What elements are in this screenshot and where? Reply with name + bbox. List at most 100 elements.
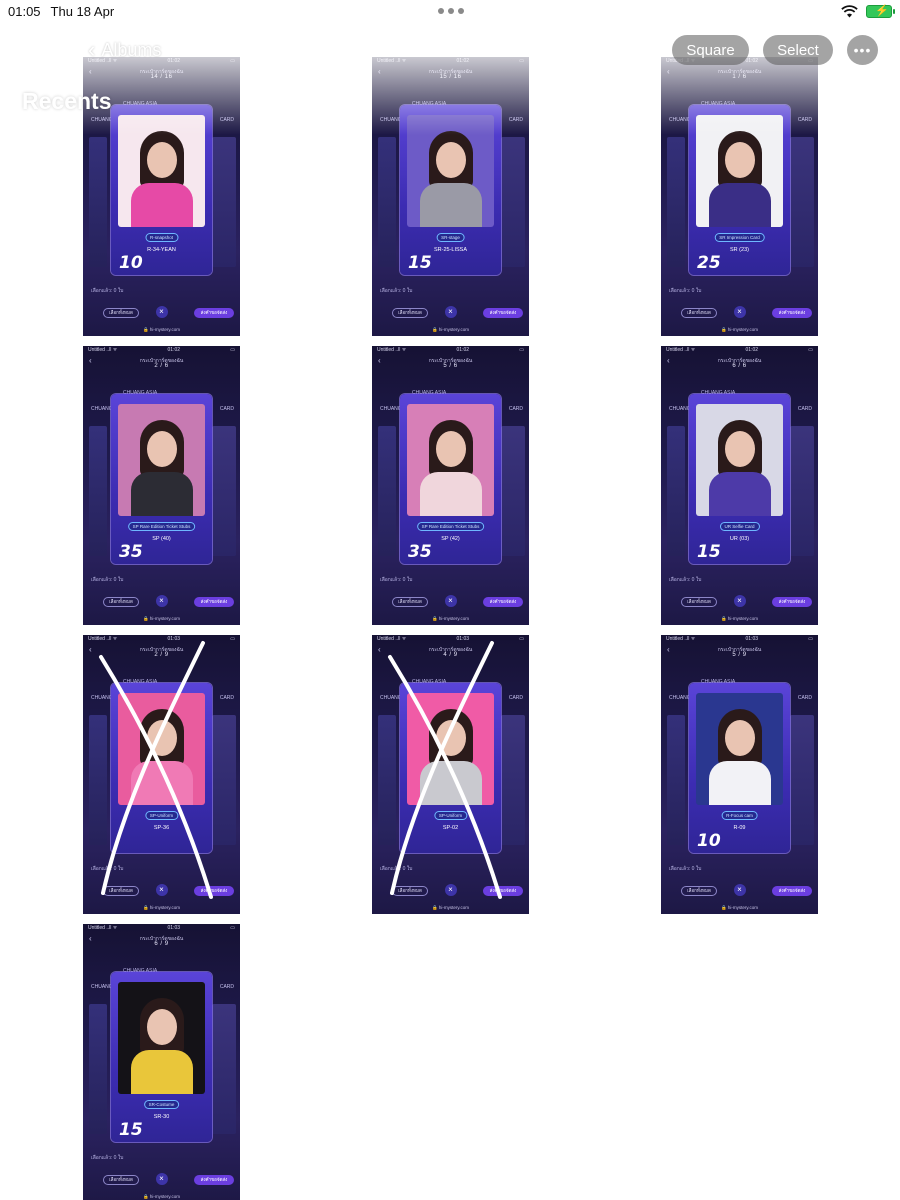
photo-face (435, 430, 466, 467)
url-bar: 🔒 hi-mystery.com (431, 327, 470, 332)
photo-thumbnail[interactable]: Untitled ..ll ᯤ 01:03 ▭ ‹ กระเป๋าการ์ดขอ… (83, 924, 240, 1200)
photo-thumbnail[interactable]: Untitled ..ll ᯤ 01:02 ▭ ‹ กระเป๋าการ์ดขอ… (83, 346, 240, 625)
url-bar: 🔒 hi-mystery.com (431, 905, 470, 910)
side-label-right: CARD (219, 406, 234, 412)
multitask-dots-icon[interactable] (438, 8, 464, 14)
close-icon: × (733, 884, 746, 896)
card-quantity: 10 (697, 831, 721, 851)
card-strip-left (89, 1004, 107, 1134)
card-strip-right (501, 426, 525, 556)
side-label-right: CARD (508, 406, 523, 412)
select-all-button: เลือกทั้งหมด (392, 886, 428, 896)
photo-outfit (419, 472, 482, 516)
photos-app: Untitled ..ll ᯤ 01:02 ▭ ‹ กระเป๋าการ์ดขอ… (0, 0, 900, 1200)
photo-card: SP Rare Edition Ticket Stubs SP (40) 35 (111, 394, 212, 564)
url-bar: 🔒 hi-mystery.com (720, 616, 759, 621)
card-type-badge: SP-Uniform (144, 811, 179, 820)
card-counter: 2 / 6 (154, 363, 169, 369)
photo-outfit (419, 183, 482, 227)
screenshot-time: 01:03 (456, 636, 470, 642)
card-strip-left (378, 426, 396, 556)
screenshot-battery-icon: ▭ (230, 925, 235, 931)
request-delivery-button: ส่งคำขอจัดส่ง (772, 886, 812, 896)
screenshot-status-bar: Untitled ..ll ᯤ 01:02 ▭ (372, 346, 529, 354)
card-type-badge: SP-Uniform (433, 811, 468, 820)
selected-count: เลือกแล้ว: 0 ใบ (91, 288, 124, 294)
screenshot-time: 01:03 (167, 925, 181, 931)
screenshot-time: 01:03 (745, 636, 759, 642)
card-counter: 6 / 6 (732, 363, 747, 369)
side-label-left: CHUANG (380, 406, 402, 412)
card-quantity: 15 (119, 1120, 143, 1140)
request-delivery-button: ส่งคำขอจัดส่ง (194, 308, 234, 318)
square-toggle-button[interactable]: Square (672, 35, 749, 65)
card-photo (118, 982, 205, 1094)
card-counter: 5 / 6 (443, 363, 458, 369)
card-strip-left (667, 426, 685, 556)
photo-thumbnail[interactable]: Untitled ..ll ᯤ 01:02 ▭ ‹ กระเป๋าการ์ดขอ… (661, 346, 818, 625)
photo-face (435, 141, 466, 178)
select-all-button: เลือกทั้งหมด (103, 308, 139, 318)
photo-outfit (419, 761, 482, 805)
photo-outfit (708, 183, 771, 227)
select-all-button: เลือกทั้งหมด (103, 886, 139, 896)
select-all-button: เลือกทั้งหมด (681, 597, 717, 607)
card-type-badge: SP Rare Edition Ticket Stubs (416, 522, 485, 531)
side-label-right: CARD (219, 695, 234, 701)
screenshot-time: 01:02 (745, 347, 759, 353)
card-strip-right (790, 426, 814, 556)
photo-outfit (130, 1050, 193, 1094)
selected-count: เลือกแล้ว: 0 ใบ (91, 1155, 124, 1161)
close-icon: × (155, 1173, 168, 1185)
screenshot-carrier: Untitled ..ll ᯤ (88, 636, 118, 642)
screenshot-battery-icon: ▭ (808, 347, 813, 353)
back-to-albums-button[interactable]: ‹ Albums (88, 36, 161, 64)
photo-thumbnail[interactable]: Untitled ..ll ᯤ 01:02 ▭ ‹ กระเป๋าการ์ดขอ… (372, 346, 529, 625)
card-strip-right (212, 1004, 236, 1134)
card-strip-right (212, 426, 236, 556)
url-bar: 🔒 hi-mystery.com (142, 327, 181, 332)
card-strip-right (212, 137, 236, 267)
ellipsis-icon: ••• (853, 42, 872, 58)
screenshot-carrier: Untitled ..ll ᯤ (377, 636, 407, 642)
photo-card: SP-Uniform SP-02 (400, 683, 501, 853)
card-strip-right (501, 137, 525, 267)
url-bar: 🔒 hi-mystery.com (142, 616, 181, 621)
url-bar: 🔒 hi-mystery.com (720, 327, 759, 332)
card-counter: 5 / 9 (732, 652, 747, 658)
card-strip-left (667, 137, 685, 267)
photo-outfit (130, 472, 193, 516)
photo-thumbnail[interactable]: Untitled ..ll ᯤ 01:03 ▭ ‹ กระเป๋าการ์ดขอ… (661, 635, 818, 914)
card-counter: 4 / 9 (443, 652, 458, 658)
more-options-button[interactable]: ••• (847, 35, 878, 65)
photo-face (724, 719, 755, 756)
card-quantity: 35 (408, 542, 432, 562)
selected-count: เลือกแล้ว: 0 ใบ (380, 577, 413, 583)
side-label-left: CHUANG (380, 695, 402, 701)
card-strip-left (667, 715, 685, 845)
card-counter: 2 / 9 (154, 652, 169, 658)
selected-count: เลือกแล้ว: 0 ใบ (380, 866, 413, 872)
screenshot-time: 01:03 (167, 636, 181, 642)
card-strip-left (89, 426, 107, 556)
screenshot-carrier: Untitled ..ll ᯤ (88, 347, 118, 353)
photo-outfit (708, 761, 771, 805)
screenshot-status-bar: Untitled ..ll ᯤ 01:02 ▭ (83, 346, 240, 354)
card-name: SP-36 (153, 825, 170, 831)
url-bar: 🔒 hi-mystery.com (431, 616, 470, 621)
photo-thumbnail[interactable]: Untitled ..ll ᯤ 01:03 ▭ ‹ กระเป๋าการ์ดขอ… (83, 635, 240, 914)
photo-thumbnail[interactable]: Untitled ..ll ᯤ 01:03 ▭ ‹ กระเป๋าการ์ดขอ… (372, 635, 529, 914)
request-delivery-button: ส่งคำขอจัดส่ง (194, 1175, 234, 1185)
select-all-button: เลือกทั้งหมด (103, 597, 139, 607)
screenshot-battery-icon: ▭ (230, 636, 235, 642)
close-icon: × (155, 306, 168, 318)
card-strip-right (790, 715, 814, 845)
close-icon: × (444, 595, 457, 607)
select-button[interactable]: Select (763, 35, 833, 65)
battery-charging-icon: ⚡ (866, 4, 895, 18)
side-label-right: CARD (797, 406, 812, 412)
selected-count: เลือกแล้ว: 0 ใบ (669, 288, 702, 294)
sidebar-toggle-button[interactable] (24, 39, 52, 61)
close-icon: × (444, 884, 457, 896)
card-strip-left (378, 137, 396, 267)
